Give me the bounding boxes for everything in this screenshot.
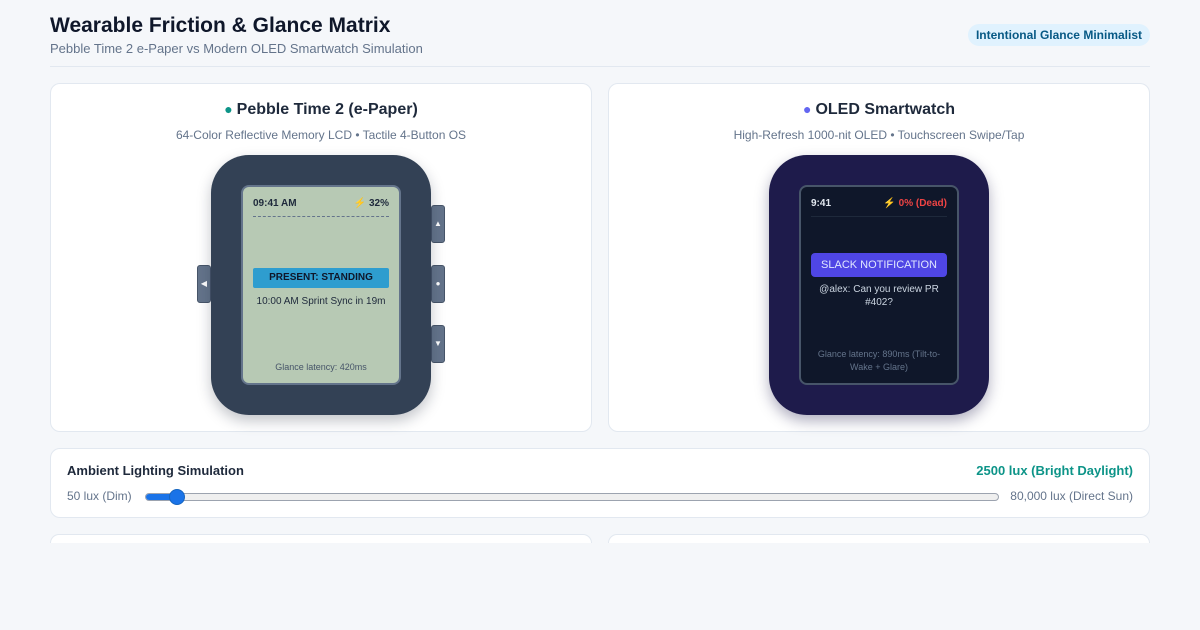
ambient-title: Ambient Lighting Simulation [67, 463, 244, 478]
dot-icon: ● [224, 101, 233, 117]
pebble-next-event: 10:00 AM Sprint Sync in 19m [256, 296, 386, 307]
pebble-battery-value: 32% [368, 198, 389, 209]
oled-card-title: ● OLED Smartwatch [609, 101, 1149, 119]
oled-time: 9:41 [811, 198, 832, 209]
oled-screen[interactable]: 9:41 ⚡ 0% (Dead) SLACK NOTIFICATION @alex… [799, 185, 959, 385]
pebble-status-banner: PRESENT: STANDING [253, 268, 389, 288]
ambient-max-label: 80,000 lux (Direct Sun) [1010, 489, 1133, 503]
oled-battery-value: 0% (Dead) [898, 198, 947, 209]
ambient-min-label: 50 lux (Dim) [67, 489, 132, 503]
triangle-up-icon: ▲ [434, 219, 442, 228]
pebble-watch: 09:41 AM ⚡ 32% PRESENT: STANDING 10:00 AM… [211, 155, 431, 415]
oled-watch: 9:41 ⚡ 0% (Dead) SLACK NOTIFICATION @alex… [769, 155, 989, 415]
pebble-title-text: Pebble Time 2 (e-Paper) [236, 101, 418, 118]
lux-slider-track[interactable] [145, 493, 999, 501]
oled-notification-message: @alex: Can you review PR #402? [819, 284, 939, 308]
lightning-bolt-icon: ⚡ [353, 198, 366, 209]
lightning-bolt-icon: ⚡ [883, 198, 896, 209]
ambient-lighting-panel: Ambient Lighting Simulation 2500 lux (Br… [50, 448, 1150, 518]
pebble-glance-latency: Glance latency: 420ms [275, 362, 367, 372]
pebble-card-subtitle: 64-Color Reflective Memory LCD • Tactile… [175, 128, 467, 142]
page-subtitle: Pebble Time 2 e-Paper vs Modern OLED Sma… [50, 41, 423, 56]
triangle-down-icon: ▼ [434, 339, 442, 348]
oled-glance-latency: Glance latency: 890ms (Tilt-to-Wake + Gl… [817, 349, 941, 372]
pebble-screen: 09:41 AM ⚡ 32% PRESENT: STANDING 10:00 AM… [241, 185, 401, 385]
pebble-card: ● Pebble Time 2 (e-Paper) 64-Color Reflec… [50, 83, 592, 432]
pebble-battery: ⚡ 32% [354, 198, 389, 209]
pebble-card-title: ● Pebble Time 2 (e-Paper) [51, 101, 591, 119]
ambient-value: 2500 lux (Bright Daylight) [976, 463, 1133, 478]
oled-title-text: OLED Smartwatch [815, 101, 956, 118]
lux-slider-thumb[interactable] [169, 489, 186, 505]
pebble-back-button[interactable]: ◀ [197, 265, 211, 303]
oled-notification-banner[interactable]: SLACK NOTIFICATION [811, 253, 947, 277]
lower-card-right [608, 534, 1150, 543]
page-header: Wearable Friction & Glance Matrix Pebble… [50, 0, 1150, 67]
dot-icon: ● [802, 101, 812, 117]
pebble-up-button[interactable]: ▲ [431, 205, 445, 243]
lux-slider[interactable] [145, 489, 999, 505]
page-title: Wearable Friction & Glance Matrix [50, 14, 391, 37]
pebble-status-bar: 09:41 AM ⚡ 32% [253, 197, 389, 217]
pebble-down-button[interactable]: ▼ [431, 325, 445, 363]
oled-card-subtitle: High-Refresh 1000-nit OLED • Touchscreen… [733, 128, 1025, 142]
profile-badge: Intentional Glance Minimalist [967, 24, 1150, 46]
oled-card: ● OLED Smartwatch High-Refresh 1000-nit O… [608, 83, 1150, 432]
dot-icon: ● [435, 279, 441, 288]
triangle-left-icon: ◀ [200, 279, 208, 288]
pebble-time: 09:41 AM [253, 198, 297, 209]
pebble-select-button[interactable]: ● [431, 265, 445, 303]
oled-status-bar: 9:41 ⚡ 0% (Dead) [811, 197, 947, 217]
oled-battery: ⚡ 0% (Dead) [883, 198, 947, 209]
lower-card-left [50, 534, 592, 543]
